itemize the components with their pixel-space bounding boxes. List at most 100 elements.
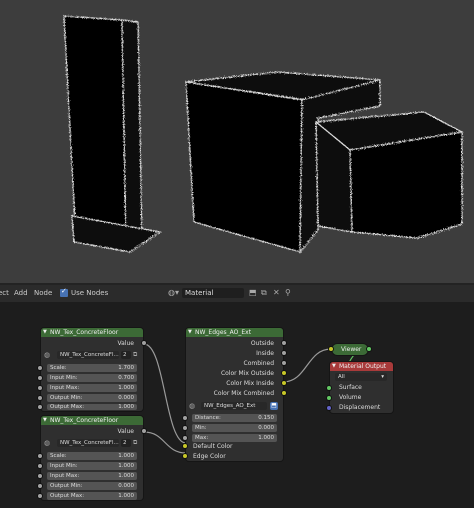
node-title[interactable]: ▼ NW_Edges_AO_Ext xyxy=(186,328,283,337)
socket-default-color[interactable] xyxy=(183,444,187,448)
group-icon[interactable]: ◍ xyxy=(189,401,195,411)
node-editor-canvas[interactable]: ▼ NW_Tex_ConcreteFloor Value ◍ NW_Tex_Con… xyxy=(0,302,474,508)
socket-scale[interactable] xyxy=(38,454,42,458)
output-inside-label: Inside xyxy=(256,350,274,357)
node-editor-header: ect Add Node Use Nodes ◍▾ Material ⬒ ⧉ ✕… xyxy=(0,285,474,302)
group-icon[interactable]: ◍ xyxy=(44,350,50,360)
socket-input-min[interactable] xyxy=(38,376,42,380)
output-combined-label: Combined xyxy=(243,360,274,367)
wire-tex1-to-default-color xyxy=(143,343,187,444)
viewer-input-socket[interactable] xyxy=(329,347,333,351)
socket-volume[interactable] xyxy=(327,396,331,400)
node-title[interactable]: ▼ Material Output xyxy=(330,362,393,371)
chevron-down-icon: ▾ xyxy=(381,374,384,380)
group-datablock[interactable]: NW_Tex_ConcreteFl... xyxy=(57,439,119,447)
viewport-render xyxy=(63,15,464,254)
wire-tex2-to-edge-color xyxy=(143,431,187,454)
socket-input-min[interactable] xyxy=(38,464,42,468)
group-users-count[interactable]: 2 xyxy=(121,439,131,447)
3d-viewport[interactable] xyxy=(0,0,474,283)
socket-max[interactable] xyxy=(183,436,187,440)
node-title-label: NW_Tex_ConcreteFloor xyxy=(50,329,119,336)
socket-surface[interactable] xyxy=(327,386,331,390)
menu-select[interactable]: ect xyxy=(0,289,9,297)
output-value-socket[interactable] xyxy=(142,429,146,433)
unlink-icon[interactable]: ✕ xyxy=(273,288,280,298)
input-default-color-label: Default Color xyxy=(193,443,233,450)
socket-distance[interactable] xyxy=(183,416,187,420)
pillar-right-face xyxy=(121,19,143,245)
use-nodes-checkbox[interactable] xyxy=(60,287,68,297)
input-output-min[interactable]: Output Min: 0.000 xyxy=(47,482,137,490)
socket-color-mix-inside[interactable] xyxy=(282,381,286,385)
input-surface-label: Surface xyxy=(339,384,362,391)
output-outside-label: Outside xyxy=(250,340,274,347)
input-min[interactable]: Min: 0.000 xyxy=(192,424,277,432)
node-title[interactable]: ▼ NW_Tex_ConcreteFloor xyxy=(41,416,143,425)
input-displacement-label: Displacement xyxy=(339,404,381,411)
input-distance[interactable]: Distance: 0.150 xyxy=(192,414,277,422)
box-front xyxy=(185,81,303,253)
viewer-title: Viewer xyxy=(341,346,362,353)
input-output-max[interactable]: Output Max: 1.000 xyxy=(47,492,137,500)
socket-combined[interactable] xyxy=(282,361,286,365)
output-value-label: Value xyxy=(117,428,134,435)
socket-output-min[interactable] xyxy=(38,484,42,488)
socket-outside[interactable] xyxy=(282,341,286,345)
output-color-mix-inside-label: Color Mix Inside xyxy=(226,380,274,387)
output-value-label: Value xyxy=(117,340,134,347)
node-title-label: NW_Edges_AO_Ext xyxy=(195,329,252,336)
menu-add[interactable]: Add xyxy=(14,289,28,297)
group-copy-icon[interactable]: ⧉ xyxy=(133,438,137,448)
output-color-mix-combined-label: Color Mix Combined xyxy=(213,390,274,397)
drawer-front xyxy=(349,131,463,239)
node-viewer[interactable]: Viewer xyxy=(329,344,371,355)
use-nodes-label: Use Nodes xyxy=(71,289,109,297)
input-scale[interactable]: Scale: 1.000 xyxy=(47,452,137,460)
socket-displacement[interactable] xyxy=(327,406,331,410)
input-input-min[interactable]: Input Min: 0.700 xyxy=(47,374,137,382)
socket-edge-color[interactable] xyxy=(183,454,187,458)
socket-color-mix-outside[interactable] xyxy=(282,371,286,375)
input-input-max[interactable]: Input Max: 1.000 xyxy=(47,472,137,480)
input-input-max[interactable]: Input Max: 1.000 xyxy=(47,384,137,392)
input-output-min[interactable]: Output Min: 0.000 xyxy=(47,394,137,402)
socket-output-min[interactable] xyxy=(38,396,42,400)
new-material-icon[interactable]: ⧉ xyxy=(261,288,267,298)
socket-input-max[interactable] xyxy=(38,474,42,478)
node-title-label: Material Output xyxy=(339,363,387,370)
viewer-output-socket[interactable] xyxy=(367,347,371,351)
material-browse-icon[interactable]: ◍▾ xyxy=(168,288,179,298)
input-max[interactable]: Max: 1.000 xyxy=(192,434,277,442)
fake-user-icon[interactable]: ⬒ xyxy=(249,288,257,298)
group-icon[interactable]: ◍ xyxy=(44,438,50,448)
socket-output-max[interactable] xyxy=(38,405,42,409)
socket-output-max[interactable] xyxy=(38,494,42,498)
node-title[interactable]: ▼ NW_Tex_ConcreteFloor xyxy=(41,328,143,337)
group-datablock[interactable]: NW_Tex_ConcreteFl... xyxy=(57,351,119,359)
target-select[interactable]: All ▾ xyxy=(335,373,387,381)
group-datablock[interactable]: NW_Edges_AO_Ext xyxy=(201,402,267,410)
input-output-max[interactable]: Output Max: 1.000 xyxy=(47,404,137,410)
input-volume-label: Volume xyxy=(339,394,362,401)
output-value-socket[interactable] xyxy=(142,341,146,345)
socket-min[interactable] xyxy=(183,426,187,430)
node-tex-concrete-floor-1[interactable]: ▼ NW_Tex_ConcreteFloor Value ◍ NW_Tex_Con… xyxy=(38,328,146,411)
input-input-min[interactable]: Input Min: 1.000 xyxy=(47,462,137,470)
group-fake-user-icon[interactable]: ⬒ xyxy=(270,402,278,410)
node-material-output[interactable]: ▼ Material Output All ▾ Surface Volume Dis… xyxy=(327,362,393,413)
group-copy-icon[interactable]: ⧉ xyxy=(133,350,137,360)
pin-icon[interactable]: ⚲ xyxy=(285,288,291,298)
socket-color-mix-combined[interactable] xyxy=(282,391,286,395)
socket-input-max[interactable] xyxy=(38,386,42,390)
input-scale[interactable]: Scale: 1.700 xyxy=(47,364,137,372)
wire-colormix-to-viewer xyxy=(282,348,332,383)
node-edges-ao-ext[interactable]: ▼ NW_Edges_AO_Ext Outside Inside Combined… xyxy=(183,328,286,461)
group-users-count[interactable]: 2 xyxy=(121,351,131,359)
socket-inside[interactable] xyxy=(282,351,286,355)
socket-scale[interactable] xyxy=(38,366,42,370)
material-name-field[interactable]: Material xyxy=(182,288,244,298)
menu-node[interactable]: Node xyxy=(34,289,52,297)
node-tex-concrete-floor-2[interactable]: ▼ NW_Tex_ConcreteFloor Value ◍ NW_Tex_Con… xyxy=(38,416,146,500)
output-color-mix-outside-label: Color Mix Outside xyxy=(220,370,274,377)
